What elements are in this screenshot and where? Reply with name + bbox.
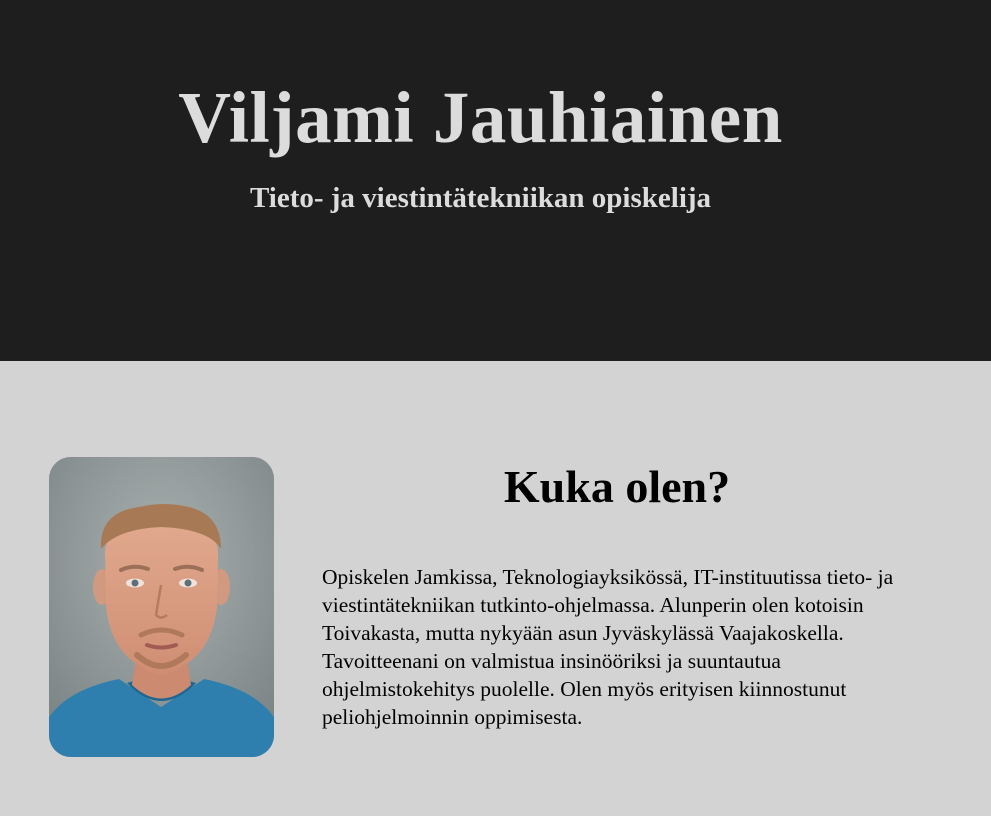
about-section: Kuka olen? Opiskelen Jamkissa, Teknologi… [0,361,991,816]
hero-header: Viljami Jauhiainen Tieto- ja viestintäte… [0,0,991,361]
about-heading: Kuka olen? [503,461,731,512]
page-title: Viljami Jauhiainen [178,77,783,158]
about-paragraph: Opiskelen Jamkissa, Teknologiayksikössä,… [322,565,894,729]
profile-photo [49,457,274,757]
portrait-photo-icon [49,457,274,757]
page-subtitle: Tieto- ja viestintätekniikan opiskelija [249,182,712,214]
